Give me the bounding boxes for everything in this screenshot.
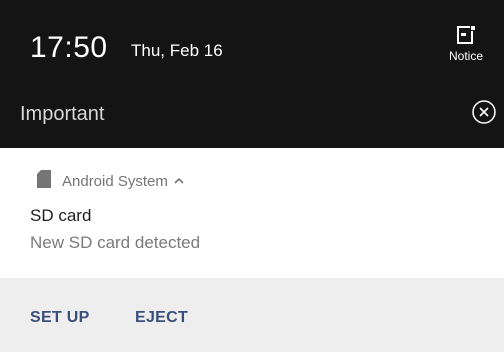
close-circle-icon	[471, 99, 497, 130]
sd-card-icon	[36, 169, 52, 194]
notification-text: New SD card detected	[30, 233, 201, 252]
notification-shade-header: 17:50 Thu, Feb 16 Notice Important	[0, 0, 504, 148]
notification-card[interactable]: Android System SD card New SD card detec…	[0, 148, 504, 278]
clock-date: Thu, Feb 16	[131, 41, 223, 60]
set-up-button[interactable]: SET UP	[30, 308, 90, 328]
section-label: Important	[20, 103, 105, 125]
notification-title: SD card	[30, 206, 92, 225]
notice-icon	[455, 24, 477, 46]
chevron-up-icon	[174, 177, 184, 185]
notification-app-name: Android System	[62, 172, 168, 190]
notification-actions: SET UP EJECT	[0, 278, 504, 352]
eject-button[interactable]: EJECT	[135, 308, 188, 328]
notice-button[interactable]: Notice	[440, 24, 492, 74]
notice-label: Notice	[448, 49, 483, 63]
dismiss-button[interactable]	[470, 99, 498, 130]
notification-app-header[interactable]: Android System	[36, 169, 184, 194]
clock-time: 17:50	[30, 31, 108, 64]
